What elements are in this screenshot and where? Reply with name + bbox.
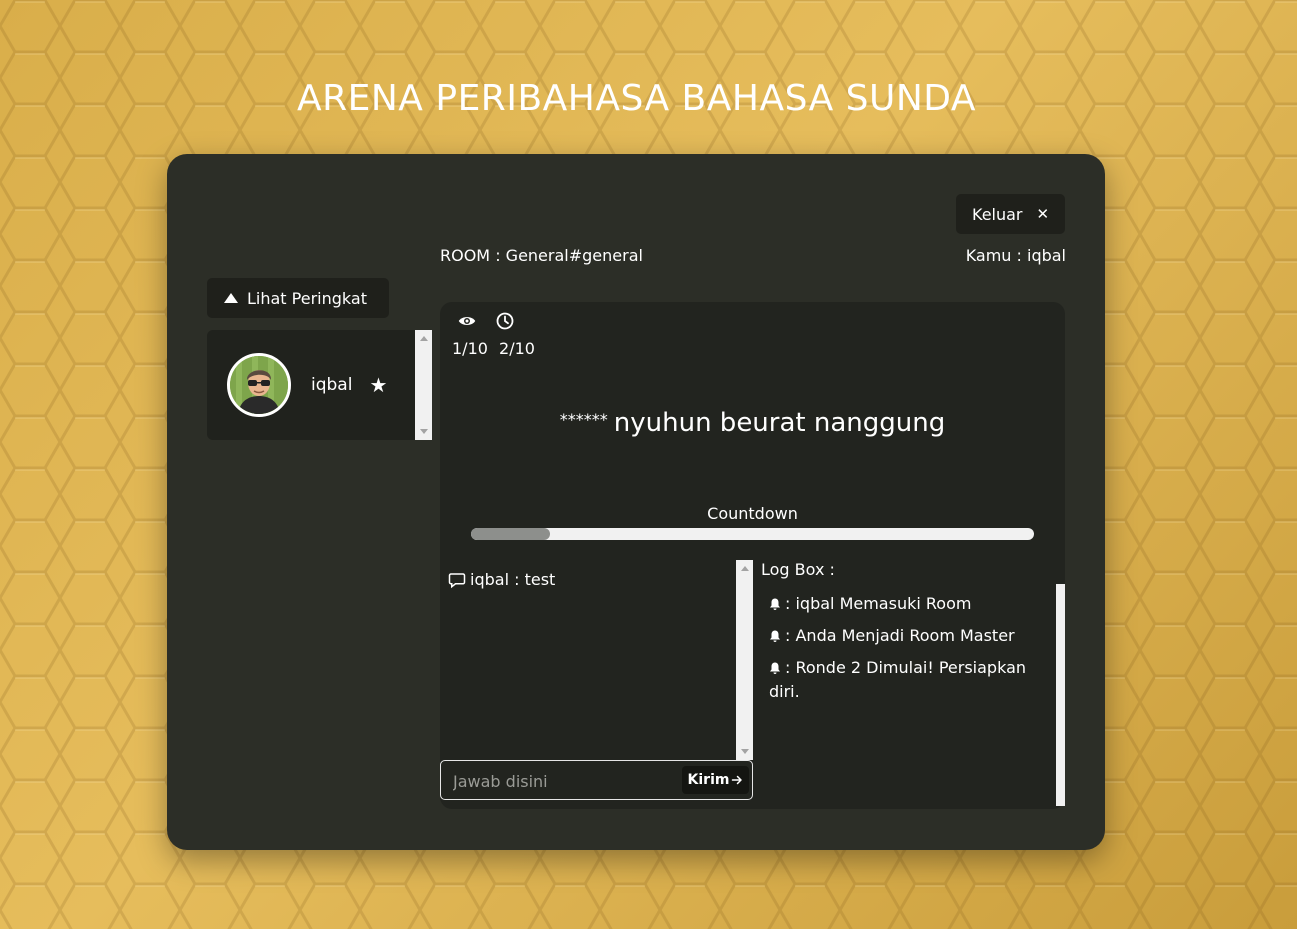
game-panel: Keluar ✕ ROOM : General#general Kamu : i…	[167, 154, 1105, 850]
close-icon: ✕	[1036, 205, 1050, 223]
log-scrollbar[interactable]	[1056, 584, 1065, 806]
triangle-up-icon	[224, 293, 238, 303]
stat-values: 1/10 2/10	[452, 339, 541, 358]
answer-input[interactable]	[451, 769, 675, 793]
view-ranking-button[interactable]: Lihat Peringkat	[207, 278, 389, 318]
chat-message-text: iqbal : test	[470, 570, 556, 589]
bell-icon	[770, 630, 780, 642]
countdown-progress-bar	[471, 528, 1034, 540]
player-list: iqbal ★	[207, 330, 432, 440]
log-item-text: : iqbal Memasuki Room	[785, 594, 972, 613]
avatar	[227, 353, 291, 417]
page-title: ARENA PERIBAHASA BAHASA SUNDA	[296, 78, 977, 119]
countdown-label: Countdown	[707, 504, 798, 523]
send-button[interactable]: Kirim	[682, 766, 749, 794]
view-ranking-label: Lihat Peringkat	[247, 288, 367, 308]
exit-button-label: Keluar	[972, 204, 1023, 224]
current-user-label: Kamu : iqbal	[965, 246, 1066, 265]
log-item-text: : Anda Menjadi Room Master	[785, 626, 1015, 645]
chat-area: iqbal : test	[440, 560, 753, 760]
scroll-up-arrow-icon[interactable]	[419, 336, 428, 341]
scroll-down-arrow-icon[interactable]	[740, 749, 749, 754]
player-item[interactable]: iqbal ★	[227, 350, 407, 420]
log-item-text: : Ronde 2 Dimulai! Persiapkan diri.	[769, 658, 1027, 701]
star-icon: ★	[369, 373, 388, 397]
question-mask: ******	[559, 410, 608, 429]
log-box-title: Log Box :	[761, 560, 835, 579]
chat-scrollbar[interactable]	[736, 560, 753, 760]
log-item: : Anda Menjadi Room Master	[769, 624, 1039, 648]
player-list-scrollbar[interactable]	[415, 330, 432, 440]
answer-form: Kirim	[440, 760, 753, 800]
round-count: 2/10	[499, 339, 535, 358]
log-item: : iqbal Memasuki Room	[769, 592, 1039, 616]
eye-icon	[458, 317, 476, 325]
exit-button[interactable]: Keluar ✕	[956, 194, 1065, 234]
log-item: : Ronde 2 Dimulai! Persiapkan diri.	[769, 656, 1039, 704]
send-button-label: Kirim	[687, 772, 730, 788]
viewed-count: 1/10	[452, 339, 488, 358]
player-name: iqbal	[311, 375, 353, 395]
log-list: : iqbal Memasuki Room : Anda Menjadi Roo…	[769, 592, 1039, 712]
bell-icon	[770, 662, 780, 674]
bell-icon	[770, 598, 780, 610]
question-text: nyuhun beurat nanggung	[613, 408, 946, 438]
chat-bubble-icon	[448, 572, 466, 588]
chat-message: iqbal : test	[448, 570, 555, 589]
scroll-up-arrow-icon[interactable]	[740, 566, 749, 571]
stat-icons	[458, 312, 514, 330]
arrow-right-icon	[732, 775, 743, 785]
clock-icon	[496, 312, 514, 330]
question: ****** nyuhun beurat nanggung	[440, 408, 1065, 438]
log-box: Log Box : : iqbal Memasuki Room : Anda M…	[753, 560, 1065, 809]
countdown-progress-fill	[471, 528, 550, 540]
room-label: ROOM : General#general	[440, 246, 643, 265]
scroll-down-arrow-icon[interactable]	[419, 429, 428, 434]
game-area: 1/10 2/10 ****** nyuhun beurat nanggung C…	[440, 302, 1065, 809]
